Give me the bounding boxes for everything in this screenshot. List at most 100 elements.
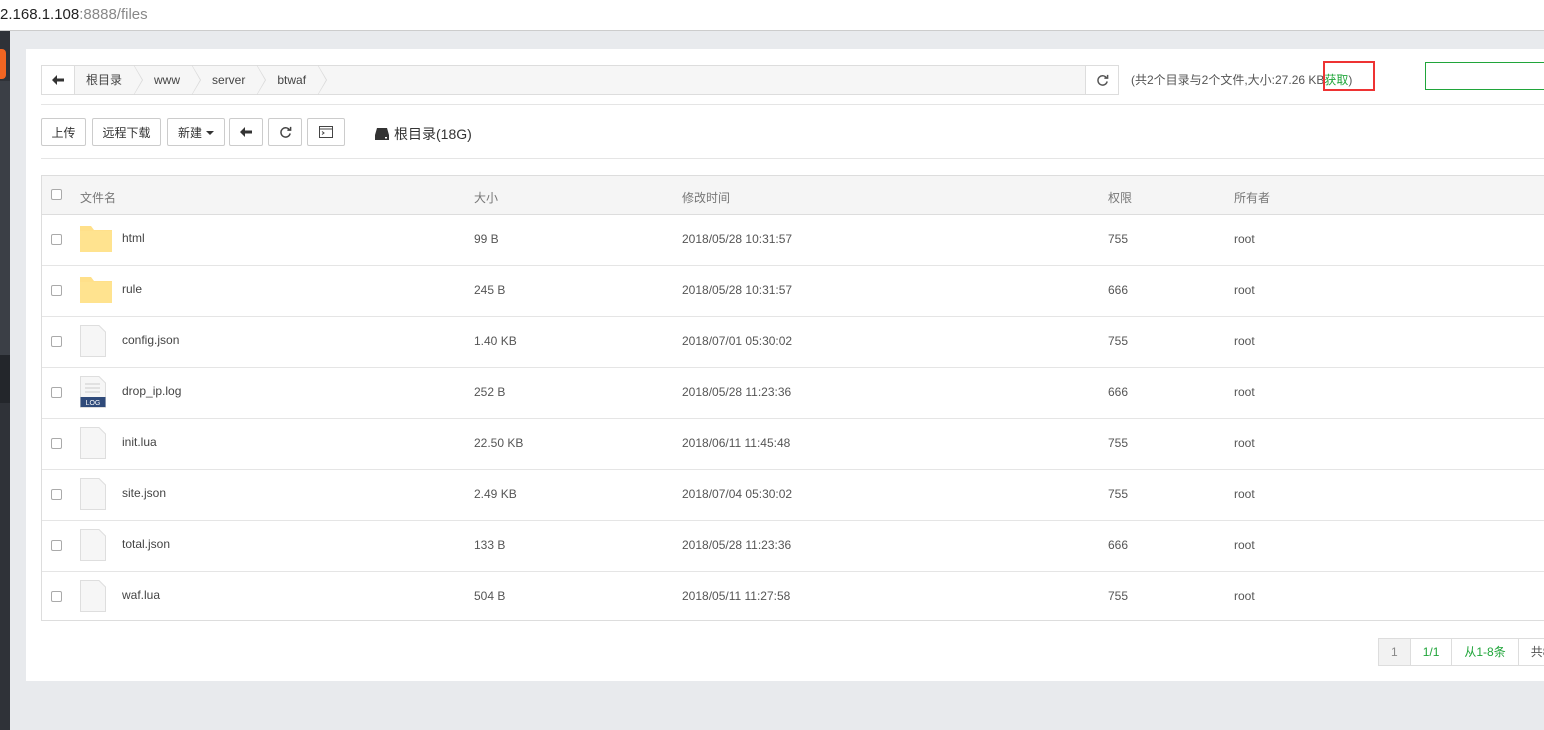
breadcrumb-item[interactable]: server [200,65,267,95]
file-owner[interactable]: root [1234,487,1255,501]
refresh-icon [1096,74,1108,86]
file-name[interactable]: config.json [122,333,179,347]
arrow-left-icon [240,127,252,137]
table-row[interactable]: LOG drop_ip.log 252 B 2018/05/28 11:23:36 66… [42,367,1544,419]
table-row[interactable]: init.lua 22.50 KB 2018/06/11 11:45:48 755 ro… [42,418,1544,470]
file-size: 245 B [474,283,506,297]
new-dropdown-button[interactable]: 新建 [167,118,225,146]
file-icon-wrap[interactable] [80,226,112,255]
select-all-checkbox[interactable] [51,189,62,200]
page-total: 共8 [1518,639,1544,665]
sidebar-active-tab[interactable] [0,49,6,79]
row-checkbox[interactable] [51,489,62,500]
file-name[interactable]: html [122,231,145,245]
file-permission[interactable]: 666 [1108,385,1128,399]
file-icon [80,529,106,561]
file-icon-wrap[interactable] [80,478,106,513]
header-owner[interactable]: 所有者 [1234,189,1270,206]
row-checkbox[interactable] [51,438,62,449]
file-size: 504 B [474,589,506,603]
hdd-icon [375,128,389,140]
file-mtime: 2018/07/01 05:30:02 [682,334,793,348]
file-icon-wrap[interactable] [80,529,106,564]
divider [41,158,1544,159]
file-mtime: 2018/05/28 11:23:36 [682,538,792,552]
file-icon-wrap[interactable]: LOG [80,376,106,411]
terminal-button[interactable] [307,118,345,146]
log-badge: LOG [86,400,101,407]
back-button[interactable] [229,118,263,146]
file-owner[interactable]: root [1234,436,1255,450]
header-mtime[interactable]: 修改时间 [682,189,730,206]
arrow-left-icon [52,75,64,85]
folder-icon [80,226,112,252]
file-icon [80,580,106,612]
header-name[interactable]: 文件名 [80,189,116,206]
breadcrumb-item[interactable]: btwaf [265,65,327,95]
breadcrumb-item[interactable]: 根目录 [74,65,144,95]
remote-download-button[interactable]: 远程下载 [92,118,161,146]
page-current[interactable]: 1 [1379,639,1411,665]
file-mtime: 2018/05/28 11:23:36 [682,385,792,399]
file-mtime: 2018/05/28 10:31:57 [682,283,793,297]
url-text[interactable]: 2.168.1.108:8888/files [0,6,148,23]
table-row[interactable]: waf.lua 504 B 2018/05/11 11:27:58 755 root [42,571,1544,622]
file-owner[interactable]: root [1234,538,1255,552]
browser-address-bar[interactable]: 2.168.1.108:8888/files [0,0,1544,31]
file-owner[interactable]: root [1234,589,1255,603]
row-checkbox[interactable] [51,591,62,602]
file-name[interactable]: total.json [122,537,170,551]
file-mtime: 2018/07/04 05:30:02 [682,487,793,501]
file-permission[interactable]: 755 [1108,436,1128,450]
file-size: 22.50 KB [474,436,524,450]
file-icon [80,325,106,357]
row-checkbox[interactable] [51,234,62,245]
page-range: 从1-8条 [1452,639,1519,665]
directory-summary: (共2个目录与2个文件,大小:27.26 KB获取) [1131,71,1352,88]
log-file-icon: LOG [80,376,106,408]
file-name[interactable]: rule [122,282,142,296]
file-owner[interactable]: root [1234,283,1255,297]
file-owner[interactable]: root [1234,385,1255,399]
file-permission[interactable]: 755 [1108,232,1128,246]
folder-icon [80,277,112,303]
refresh-button[interactable] [268,118,302,146]
table-row[interactable]: rule 245 B 2018/05/28 10:31:57 666 root [42,265,1544,317]
file-name[interactable]: drop_ip.log [122,384,181,398]
file-permission[interactable]: 755 [1108,487,1128,501]
file-name[interactable]: site.json [122,486,166,500]
pagination: 1 1/1 从1-8条 共8 [1378,638,1544,666]
upload-button[interactable]: 上传 [41,118,86,146]
row-checkbox[interactable] [51,387,62,398]
path-refresh-button[interactable] [1085,66,1118,94]
disk-info[interactable]: 根目录(18G) [375,124,472,144]
header-size[interactable]: 大小 [474,189,498,206]
file-permission[interactable]: 666 [1108,538,1128,552]
file-permission[interactable]: 755 [1108,589,1128,603]
path-back-button[interactable] [42,66,75,94]
row-checkbox[interactable] [51,540,62,551]
file-icon-wrap[interactable] [80,580,106,615]
file-name[interactable]: init.lua [122,435,157,449]
table-row[interactable]: html 99 B 2018/05/28 10:31:57 755 root [42,214,1544,266]
row-checkbox[interactable] [51,336,62,347]
file-icon-wrap[interactable] [80,277,112,306]
file-owner[interactable]: root [1234,334,1255,348]
sidebar-active-item[interactable] [0,355,10,403]
table-row[interactable]: config.json 1.40 KB 2018/07/01 05:30:02 755… [42,316,1544,368]
file-owner[interactable]: root [1234,232,1255,246]
file-permission[interactable]: 755 [1108,334,1128,348]
file-size: 1.40 KB [474,334,517,348]
header-permission[interactable]: 权限 [1108,189,1132,206]
table-row[interactable]: site.json 2.49 KB 2018/07/04 05:30:02 755 ro… [42,469,1544,521]
table-row[interactable]: total.json 133 B 2018/05/28 11:23:36 666 roo… [42,520,1544,572]
breadcrumb-item[interactable]: www [142,65,202,95]
file-name[interactable]: waf.lua [122,588,160,602]
file-manager-panel: 根目录 www server btwaf (共2个目录与2个文件,大小:27.26 K… [26,49,1544,681]
file-icon-wrap[interactable] [80,325,106,360]
file-permission[interactable]: 666 [1108,283,1128,297]
file-icon-wrap[interactable] [80,427,106,462]
row-checkbox[interactable] [51,285,62,296]
file-table: 文件名 大小 修改时间 权限 所有者 html 99 B 2018/05/28 10… [41,175,1544,621]
search-input[interactable] [1425,62,1544,90]
